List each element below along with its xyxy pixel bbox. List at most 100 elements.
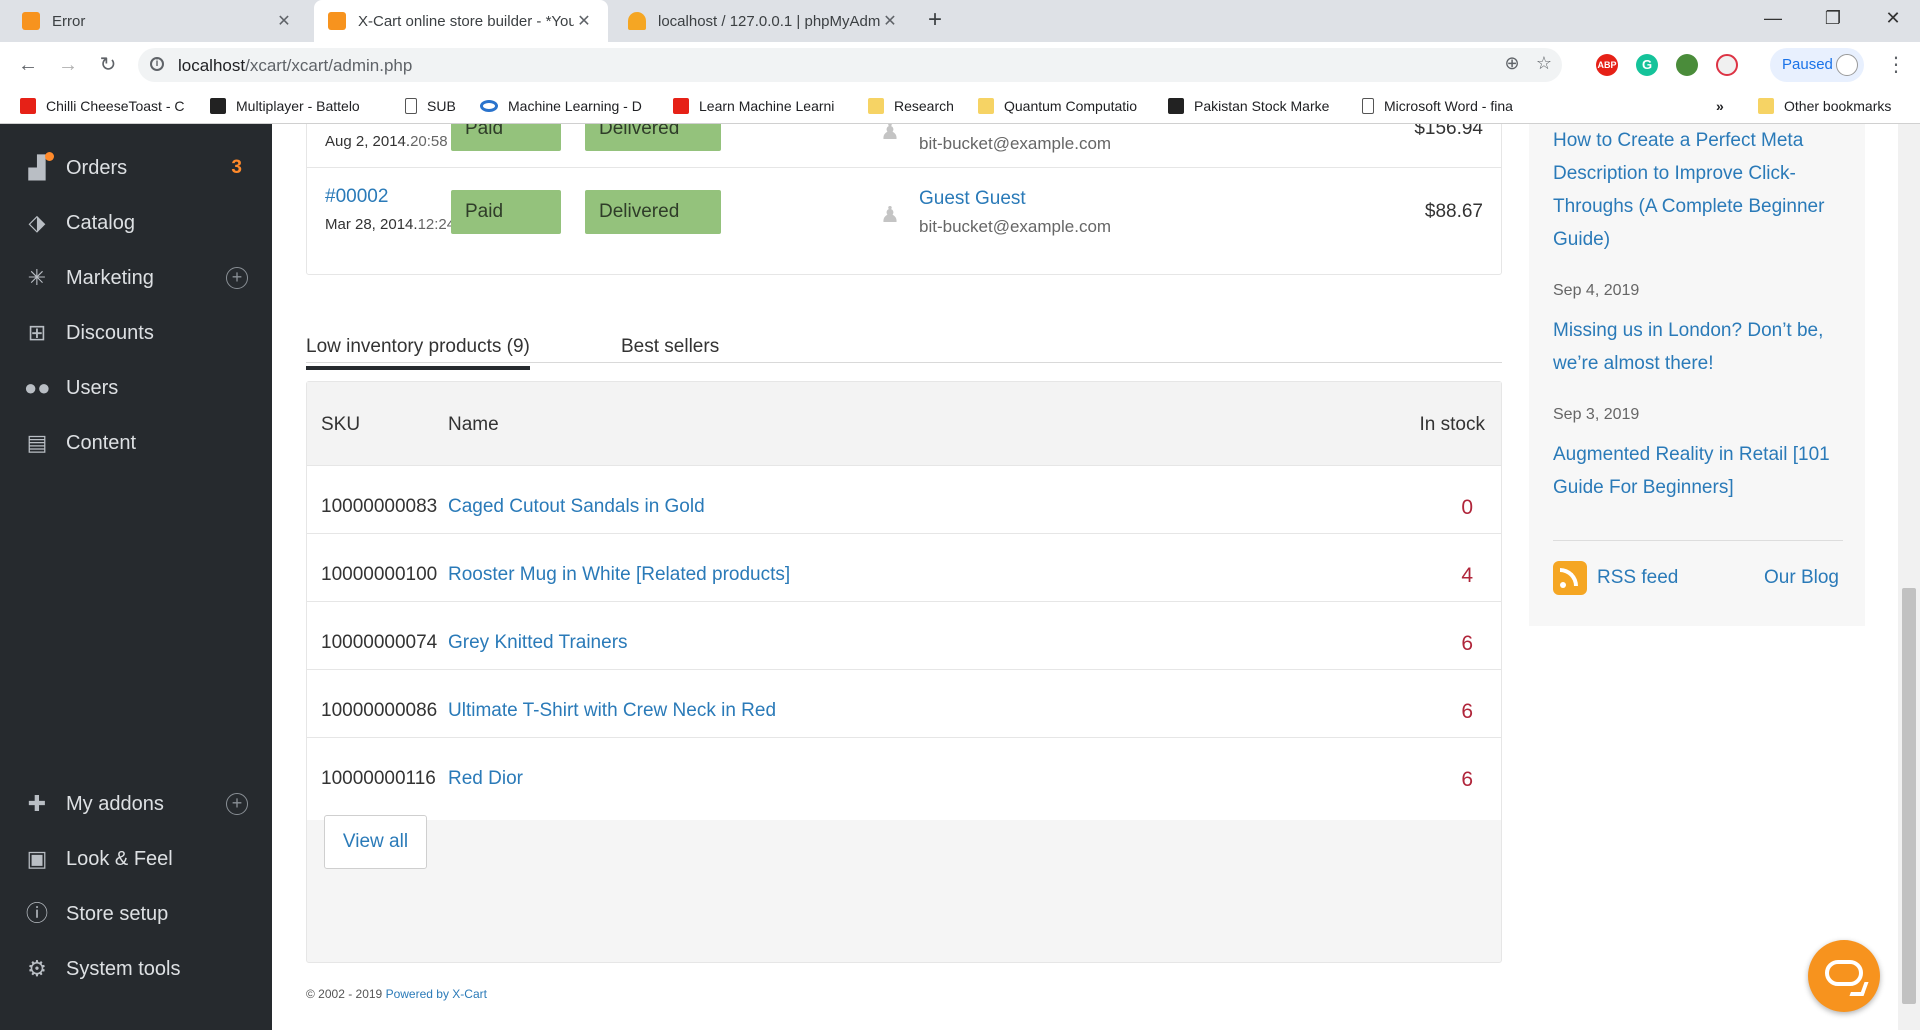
recent-orders-card: Aug 2, 2014.20:58 Paid Delivered ♟ bit-b… <box>306 124 1502 275</box>
stock-link[interactable]: 0 <box>1461 496 1473 520</box>
scrollbar-thumb[interactable] <box>1902 588 1916 1004</box>
order-number-link[interactable]: #00002 <box>325 186 388 208</box>
order-row[interactable]: #00002 Mar 28, 2014.12:24 Paid Delivered… <box>307 168 1501 250</box>
xcart-favicon-icon <box>22 12 40 30</box>
tab-title: localhost / 127.0.0.1 | phpMyAdm <box>658 12 880 30</box>
sidebar-item-label: Look & Feel <box>66 847 173 870</box>
stock-link[interactable]: 6 <box>1461 632 1473 656</box>
order-row[interactable]: Aug 2, 2014.20:58 Paid Delivered ♟ bit-b… <box>307 124 1501 167</box>
shipping-status-badge[interactable]: Delivered <box>585 190 721 234</box>
stock-link[interactable]: 4 <box>1461 564 1473 588</box>
bookmark-label: Quantum Computatio <box>1004 98 1138 114</box>
bookmark-item[interactable]: Learn Machine Learni <box>673 96 849 116</box>
address-bar[interactable]: i localhost/xcart/xcart/admin.php ⊕ ☆ <box>138 48 1562 82</box>
sidebar-item-content[interactable]: ▤ Content <box>0 416 272 470</box>
tab-best-sellers[interactable]: Best sellers <box>621 336 719 366</box>
tab-low-inventory[interactable]: Low inventory products (9) <box>306 336 530 370</box>
bookmark-item[interactable]: Quantum Computatio <box>978 96 1150 116</box>
restore-icon[interactable]: ❐ <box>1816 8 1850 34</box>
payment-status-badge[interactable]: Paid <box>451 190 561 234</box>
bookmark-star-icon[interactable]: ☆ <box>1532 53 1556 77</box>
bookmark-item[interactable]: Microsoft Word - fina <box>1362 96 1532 116</box>
url-text[interactable]: localhost/xcart/xcart/admin.php <box>178 56 412 76</box>
close-tab-icon[interactable]: ✕ <box>880 11 900 31</box>
bookmark-item[interactable]: SUB <box>405 96 475 116</box>
sku-cell: 10000000116 <box>321 768 436 789</box>
sidebar-item-store-setup[interactable]: ⓘ Store setup <box>0 887 272 941</box>
tab-error[interactable]: Error ✕ <box>8 0 308 42</box>
minimize-icon[interactable]: — <box>1756 8 1790 34</box>
close-tab-icon[interactable]: ✕ <box>274 11 294 31</box>
bookmark-item[interactable]: Machine Learning - D <box>480 96 652 116</box>
forward-icon[interactable]: → <box>54 51 82 79</box>
sidebar-item-users[interactable]: ●● Users <box>0 361 272 415</box>
grammarly-extension-icon[interactable]: G <box>1636 54 1658 76</box>
shipping-status-badge[interactable]: Delivered <box>585 124 721 151</box>
zoom-icon[interactable]: ⊕ <box>1500 53 1524 77</box>
new-tab-icon[interactable]: + <box>922 8 948 34</box>
close-tab-icon[interactable]: ✕ <box>574 11 594 31</box>
date-text: Mar 28, 2014. <box>325 216 418 233</box>
guest-user-icon: ♟ <box>880 202 900 227</box>
expand-plus-icon[interactable]: + <box>226 267 248 289</box>
bookmark-item[interactable]: Multiplayer - Battelo <box>210 96 380 116</box>
site-info-icon[interactable]: i <box>150 57 164 71</box>
sidebar-item-system-tools[interactable]: ⚙ System tools <box>0 942 272 996</box>
payment-status-badge[interactable]: Paid <box>451 124 561 151</box>
column-header-sku: SKU <box>321 414 361 435</box>
sidebar-item-label: Discounts <box>66 321 154 344</box>
news-item-link[interactable]: Missing us in London? Don’t be, we’re al… <box>1553 314 1853 380</box>
product-name-link[interactable]: Grey Knitted Trainers <box>448 632 628 654</box>
page-scrollbar[interactable] <box>1898 124 1920 1030</box>
reload-icon[interactable]: ↻ <box>94 51 122 79</box>
profile-paused-button[interactable]: Paused <box>1770 48 1864 82</box>
stock-link[interactable]: 6 <box>1461 700 1473 724</box>
tab-xcart[interactable]: X-Cart online store builder - *You ✕ <box>314 0 608 42</box>
our-blog-link[interactable]: Our Blog <box>1764 567 1839 589</box>
bookmark-label: Machine Learning - D <box>508 98 642 114</box>
url-host: localhost <box>178 56 246 75</box>
sidebar-item-discounts[interactable]: ⊞ Discounts <box>0 306 272 360</box>
stock-link[interactable]: 6 <box>1461 768 1473 792</box>
close-window-icon[interactable]: ✕ <box>1876 8 1910 34</box>
browser-toolbar: ← → ↻ i localhost/xcart/xcart/admin.php … <box>0 42 1920 88</box>
sidebar-item-catalog[interactable]: ⬗ Catalog <box>0 196 272 250</box>
rss-feed-link[interactable]: RSS feed <box>1553 561 1678 595</box>
sku-cell: 10000000100 <box>321 564 438 585</box>
rss-label: RSS feed <box>1597 567 1679 588</box>
sidebar-item-label: Catalog <box>66 211 135 234</box>
sidebar-item-my-addons[interactable]: ✚ My addons + <box>0 777 272 831</box>
browser-tab-bar: Error ✕ X-Cart online store builder - *Y… <box>0 0 1920 42</box>
browser-menu-icon[interactable]: ⋮ <box>1886 52 1906 78</box>
order-total: $156.94 <box>1414 124 1483 139</box>
low-inventory-table: SKU Name In stock 10000000083 Caged Cuto… <box>306 381 1502 963</box>
product-name-link[interactable]: Red Dior <box>448 768 523 790</box>
news-item-link[interactable]: How to Create a Perfect Meta Description… <box>1553 124 1853 256</box>
bookmark-item[interactable]: Research <box>868 96 968 116</box>
info-icon: ⓘ <box>25 901 48 926</box>
tab-phpmyadmin[interactable]: localhost / 127.0.0.1 | phpMyAdm ✕ <box>614 0 914 42</box>
sidebar-item-look-feel[interactable]: ▣ Look & Feel <box>0 832 272 886</box>
powered-by-link[interactable]: Powered by X-Cart <box>386 987 487 1001</box>
back-icon[interactable]: ← <box>14 51 42 79</box>
news-item-link[interactable]: Augmented Reality in Retail [101 Guide F… <box>1553 438 1853 504</box>
bookmark-item[interactable]: Pakistan Stock Marke <box>1168 96 1340 116</box>
users-icon: ●● <box>24 375 51 400</box>
product-name-link[interactable]: Caged Cutout Sandals in Gold <box>448 496 705 518</box>
expand-plus-icon[interactable]: + <box>226 793 248 815</box>
sidebar-item-orders[interactable]: ▟ Orders 3 <box>0 141 272 195</box>
bookmarks-overflow-icon[interactable]: » <box>1716 96 1732 116</box>
customer-name-link[interactable]: Guest Guest <box>919 188 1026 210</box>
bookmark-item[interactable]: Chilli CheeseToast - C <box>20 96 190 116</box>
product-name-link[interactable]: Rooster Mug in White [Related products] <box>448 564 790 586</box>
folder-icon <box>1758 98 1774 114</box>
product-name-link[interactable]: Ultimate T-Shirt with Crew Neck in Red <box>448 700 776 722</box>
adblock-extension-icon[interactable]: ABP <box>1596 54 1618 76</box>
shield-extension-icon[interactable] <box>1716 54 1738 76</box>
view-all-button[interactable]: View all <box>324 815 427 869</box>
globe-extension-icon[interactable] <box>1676 54 1698 76</box>
other-bookmarks[interactable]: Other bookmarks <box>1758 96 1908 116</box>
sidebar-item-marketing[interactable]: ✳ Marketing + <box>0 251 272 305</box>
order-total: $88.67 <box>1424 201 1483 222</box>
live-chat-button[interactable] <box>1808 940 1880 1012</box>
